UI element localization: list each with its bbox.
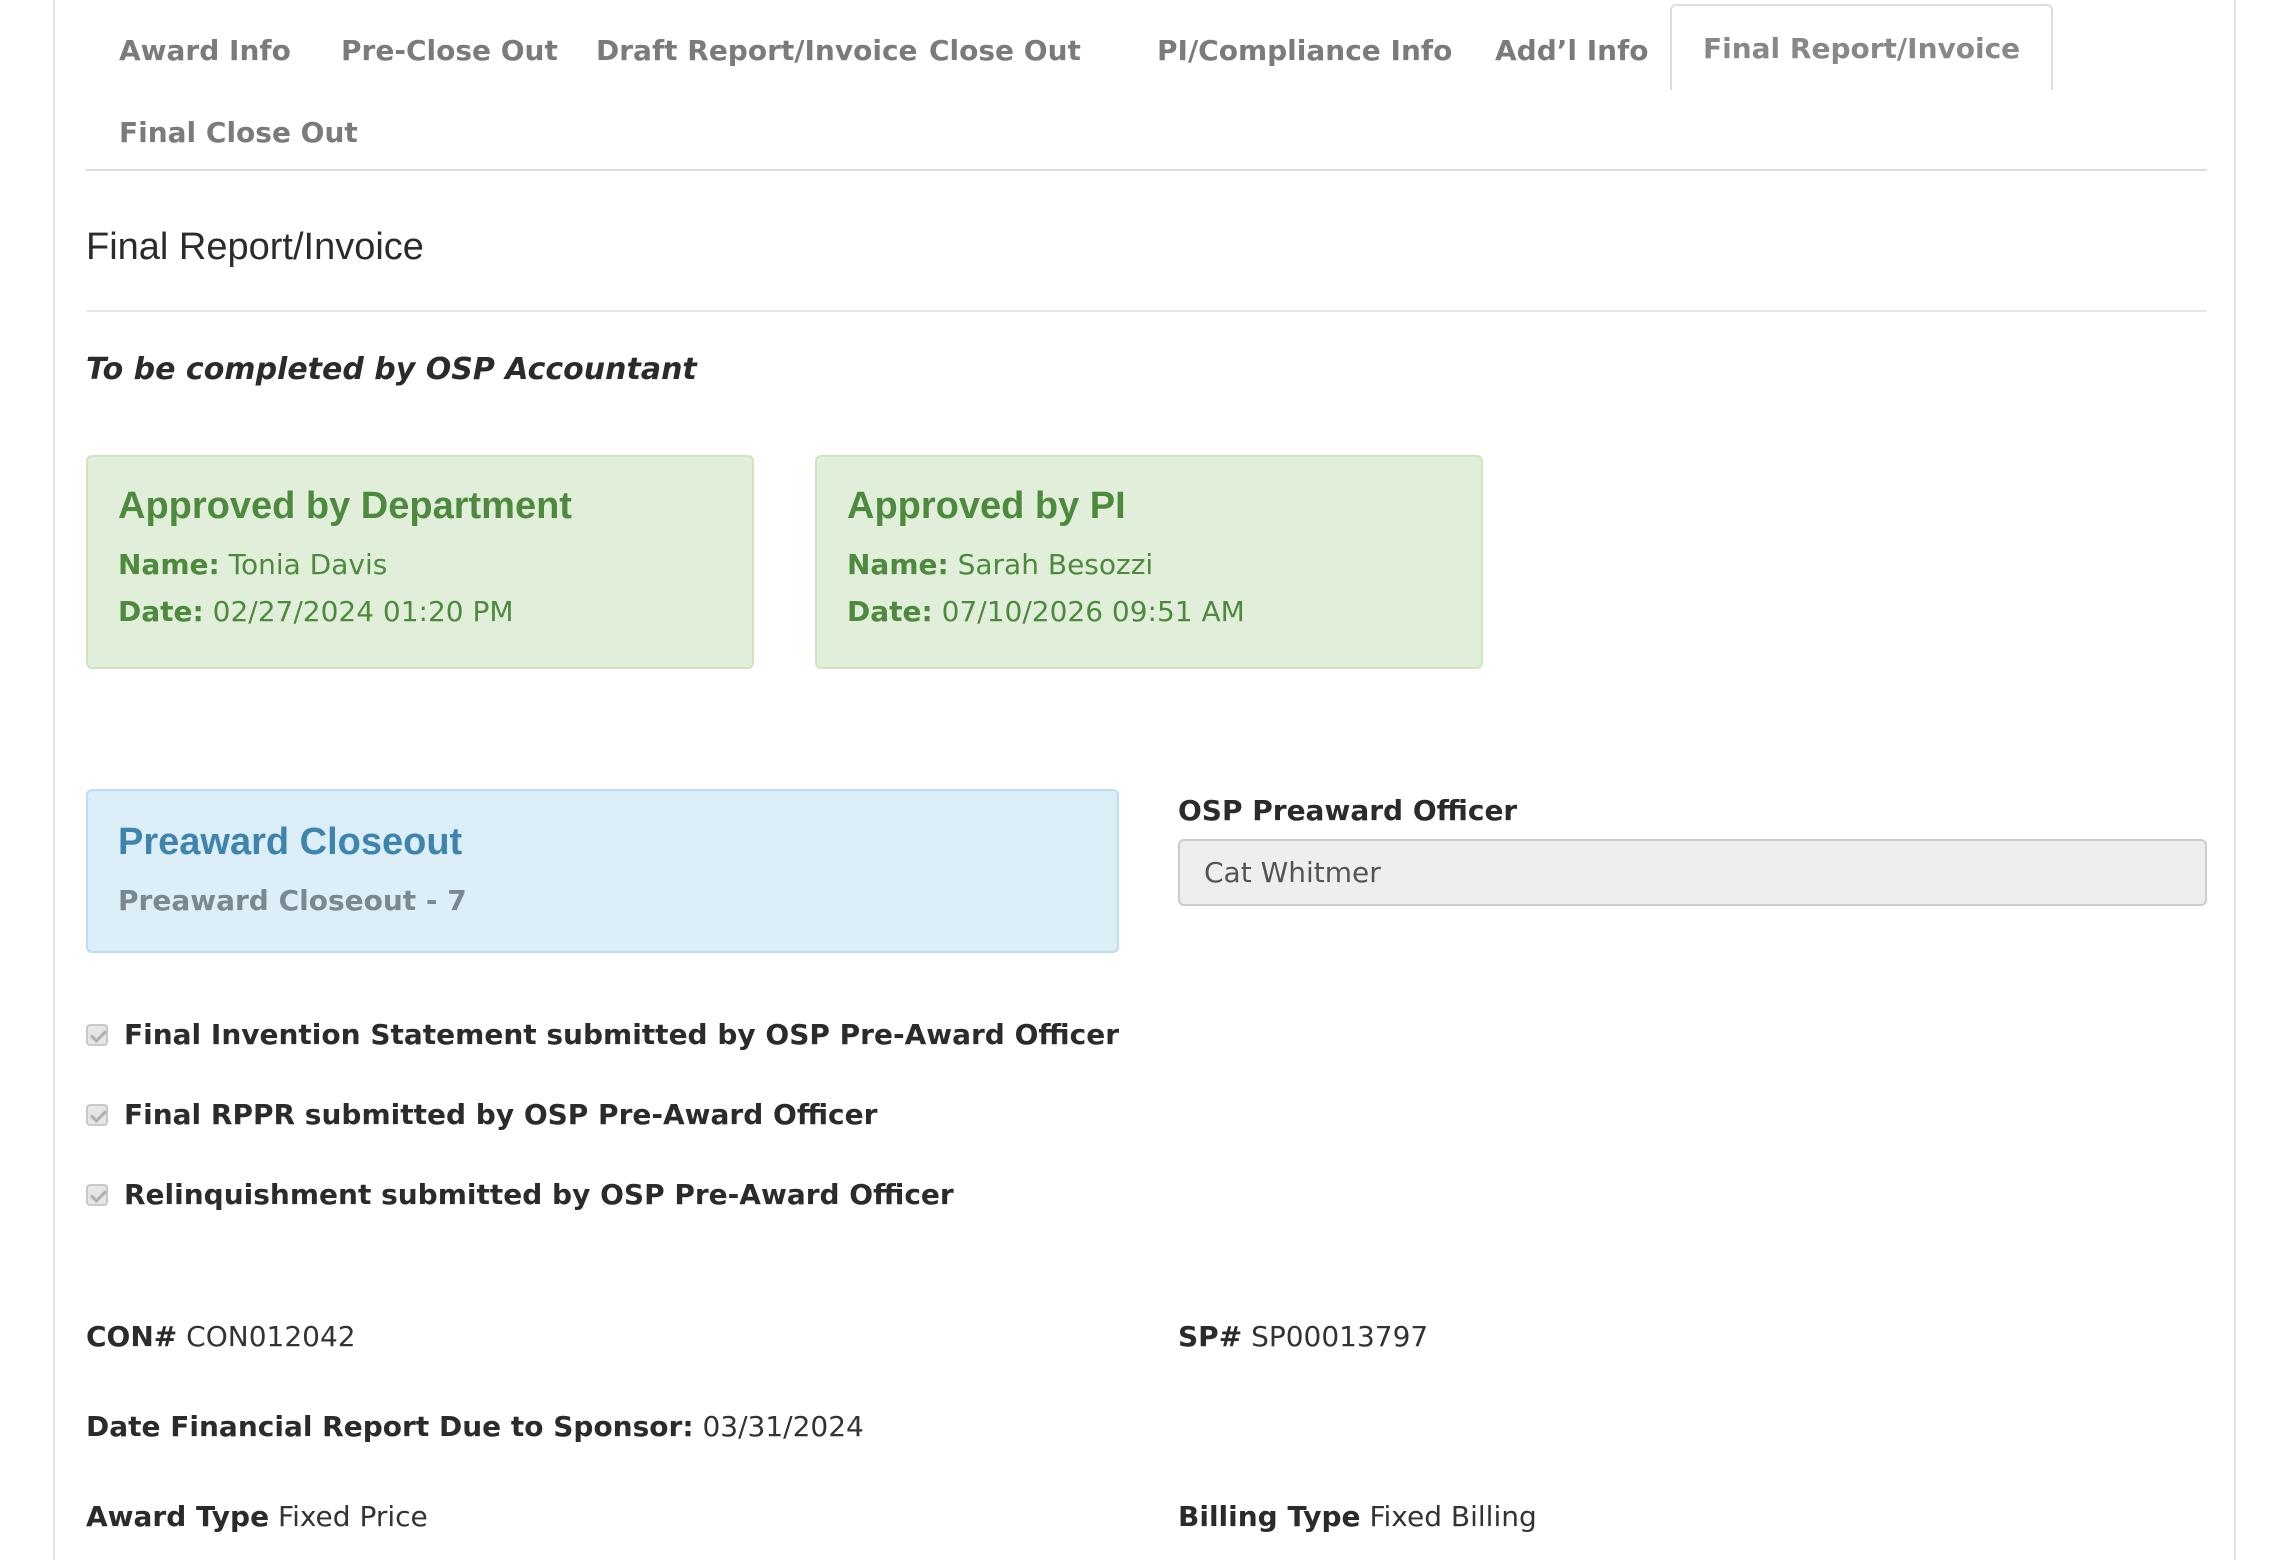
pi-approval-heading: Approved by PI — [847, 485, 1126, 527]
checkbox-label: Final Invention Statement submitted by O… — [124, 1018, 1120, 1051]
date-label: Date: — [118, 595, 204, 628]
award-type: Award Type Fixed Price — [86, 1500, 428, 1533]
date-label: Date: — [847, 595, 933, 628]
checkbox[interactable] — [86, 1103, 108, 1126]
preaward-closeout-subtitle: Preaward Closeout - 7 — [118, 884, 467, 917]
name-label: Name: — [847, 548, 949, 581]
instruction-note: To be completed by OSP Accountant — [86, 352, 697, 387]
preaward-closeout-panel: Preaward Closeout Preaward Closeout - 7 — [86, 789, 1119, 953]
date-value: 02/27/2024 01:20 PM — [212, 595, 514, 628]
con-value: CON012042 — [186, 1320, 356, 1353]
con-label: CON# — [86, 1320, 178, 1353]
checklist-item-invention-statement: Final Invention Statement submitted by O… — [86, 1018, 1119, 1051]
name-value: Sarah Besozzi — [957, 548, 1154, 581]
checkbox[interactable] — [86, 1183, 108, 1206]
award-type-value: Fixed Price — [278, 1500, 428, 1533]
department-approval-heading: Approved by Department — [118, 485, 572, 527]
sp-value: SP00013797 — [1251, 1320, 1429, 1353]
main-panel: Award Info Pre-Close Out Draft Report/In… — [53, 0, 2236, 1560]
tab-bar: Award Info Pre-Close Out Draft Report/In… — [86, 0, 2207, 171]
con-number: CON# CON012042 — [86, 1320, 356, 1353]
date-value: 07/10/2026 09:51 AM — [941, 595, 1245, 628]
tab-final-close-out[interactable]: Final Close Out — [86, 88, 391, 170]
billing-type-label: Billing Type — [1178, 1500, 1361, 1533]
tab-addl-info[interactable]: Add’l Info — [1462, 6, 1682, 88]
tab-draft-report-invoice[interactable]: Draft Report/Invoice — [563, 6, 951, 88]
name-label: Name: — [118, 548, 220, 581]
checklist-item-relinquishment: Relinquishment submitted by OSP Pre-Awar… — [86, 1178, 954, 1211]
osp-preaward-officer-label: OSP Preaward Officer — [1178, 794, 1518, 827]
content-area: Award Info Pre-Close Out Draft Report/In… — [86, 0, 2207, 1533]
divider — [86, 310, 2207, 312]
checkbox-label: Final RPPR submitted by OSP Pre-Award Of… — [124, 1098, 878, 1131]
sp-label: SP# — [1178, 1320, 1243, 1353]
tab-pre-close-out[interactable]: Pre-Close Out — [308, 6, 591, 88]
name-value: Tonia Davis — [228, 548, 388, 581]
tab-pi-compliance-info[interactable]: PI/Compliance Info — [1124, 6, 1485, 88]
award-type-label: Award Type — [86, 1500, 270, 1533]
pi-approval-card: Approved by PI Name: Sarah Besozzi Date:… — [815, 455, 1483, 669]
due-date-label: Date Financial Report Due to Sponsor: — [86, 1410, 694, 1443]
tab-award-info[interactable]: Award Info — [86, 6, 324, 88]
checkbox[interactable] — [86, 1023, 108, 1046]
sp-number: SP# SP00013797 — [1178, 1320, 1428, 1353]
tab-final-report-invoice[interactable]: Final Report/Invoice — [1670, 4, 2054, 90]
preaward-closeout-heading: Preaward Closeout — [118, 821, 463, 863]
pi-approval-date: Date: 07/10/2026 09:51 AM — [847, 595, 1451, 628]
billing-type-value: Fixed Billing — [1369, 1500, 1537, 1533]
tab-close-out[interactable]: Close Out — [896, 6, 1114, 88]
pi-approval-name: Name: Sarah Besozzi — [847, 548, 1451, 581]
department-approval-card: Approved by Department Name: Tonia Davis… — [86, 455, 754, 669]
due-date-value: 03/31/2024 — [702, 1410, 864, 1443]
billing-type: Billing Type Fixed Billing — [1178, 1500, 1537, 1533]
checklist-item-final-rppr: Final RPPR submitted by OSP Pre-Award Of… — [86, 1098, 877, 1131]
page-title: Final Report/Invoice — [86, 226, 424, 268]
osp-preaward-officer-field[interactable] — [1178, 839, 2207, 906]
department-approval-name: Name: Tonia Davis — [118, 548, 722, 581]
department-approval-date: Date: 02/27/2024 01:20 PM — [118, 595, 722, 628]
financial-report-due-date: Date Financial Report Due to Sponsor: 03… — [86, 1410, 864, 1443]
checkbox-label: Relinquishment submitted by OSP Pre-Awar… — [124, 1178, 954, 1211]
